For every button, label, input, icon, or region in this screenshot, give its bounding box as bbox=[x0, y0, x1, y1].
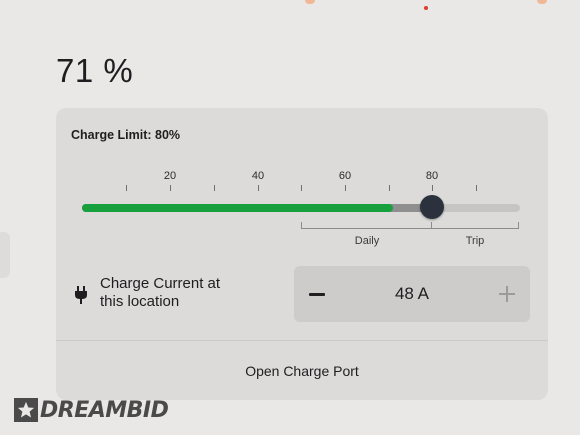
tick-mark bbox=[389, 185, 390, 191]
status-indicator bbox=[537, 0, 547, 4]
tick-label: 40 bbox=[251, 170, 265, 182]
tick-mark bbox=[301, 185, 302, 191]
tick-mark bbox=[126, 185, 127, 191]
battery-level-fill bbox=[82, 204, 393, 212]
charging-card: Charge Limit: 80% 20 40 60 80 Daily Trip… bbox=[56, 108, 548, 400]
increase-current-button[interactable] bbox=[484, 266, 530, 322]
notification-dot bbox=[424, 6, 428, 10]
charge-limit-label: Charge Limit: 80% bbox=[71, 128, 181, 142]
plus-icon bbox=[506, 286, 508, 302]
star-icon bbox=[14, 398, 38, 422]
trip-label: Trip bbox=[465, 235, 485, 247]
charge-current-label-line1: Charge Current at bbox=[100, 275, 221, 292]
tick-mark bbox=[345, 185, 346, 191]
open-charge-port-button[interactable]: Open Charge Port bbox=[56, 341, 548, 400]
tick-mark bbox=[432, 185, 433, 191]
status-indicator bbox=[305, 0, 315, 4]
plug-icon bbox=[75, 286, 87, 304]
battery-percent: 71 % bbox=[56, 52, 134, 89]
top-bar bbox=[0, 0, 580, 12]
tick-label: 80 bbox=[425, 170, 439, 182]
watermark-text: DREAMBID bbox=[40, 397, 169, 423]
charge-current-label-line2: this location bbox=[100, 293, 180, 310]
daily-range-bracket bbox=[301, 222, 432, 229]
tick-mark bbox=[476, 185, 477, 191]
tick-mark bbox=[170, 185, 171, 191]
charge-limit-slider-thumb[interactable] bbox=[419, 195, 444, 219]
side-handle[interactable] bbox=[0, 232, 10, 278]
watermark-logo: DREAMBID bbox=[14, 397, 169, 423]
tick-mark bbox=[258, 185, 259, 191]
tick-mark bbox=[214, 185, 215, 191]
charge-current-stepper: 48 A bbox=[294, 266, 530, 322]
tick-label: 60 bbox=[338, 170, 352, 182]
daily-label: Daily bbox=[354, 235, 380, 247]
charge-limit-track[interactable] bbox=[82, 204, 520, 212]
trip-range-bracket bbox=[432, 222, 519, 229]
charge-current-label: Charge Current at this location bbox=[100, 275, 220, 311]
tick-label: 20 bbox=[163, 170, 177, 182]
